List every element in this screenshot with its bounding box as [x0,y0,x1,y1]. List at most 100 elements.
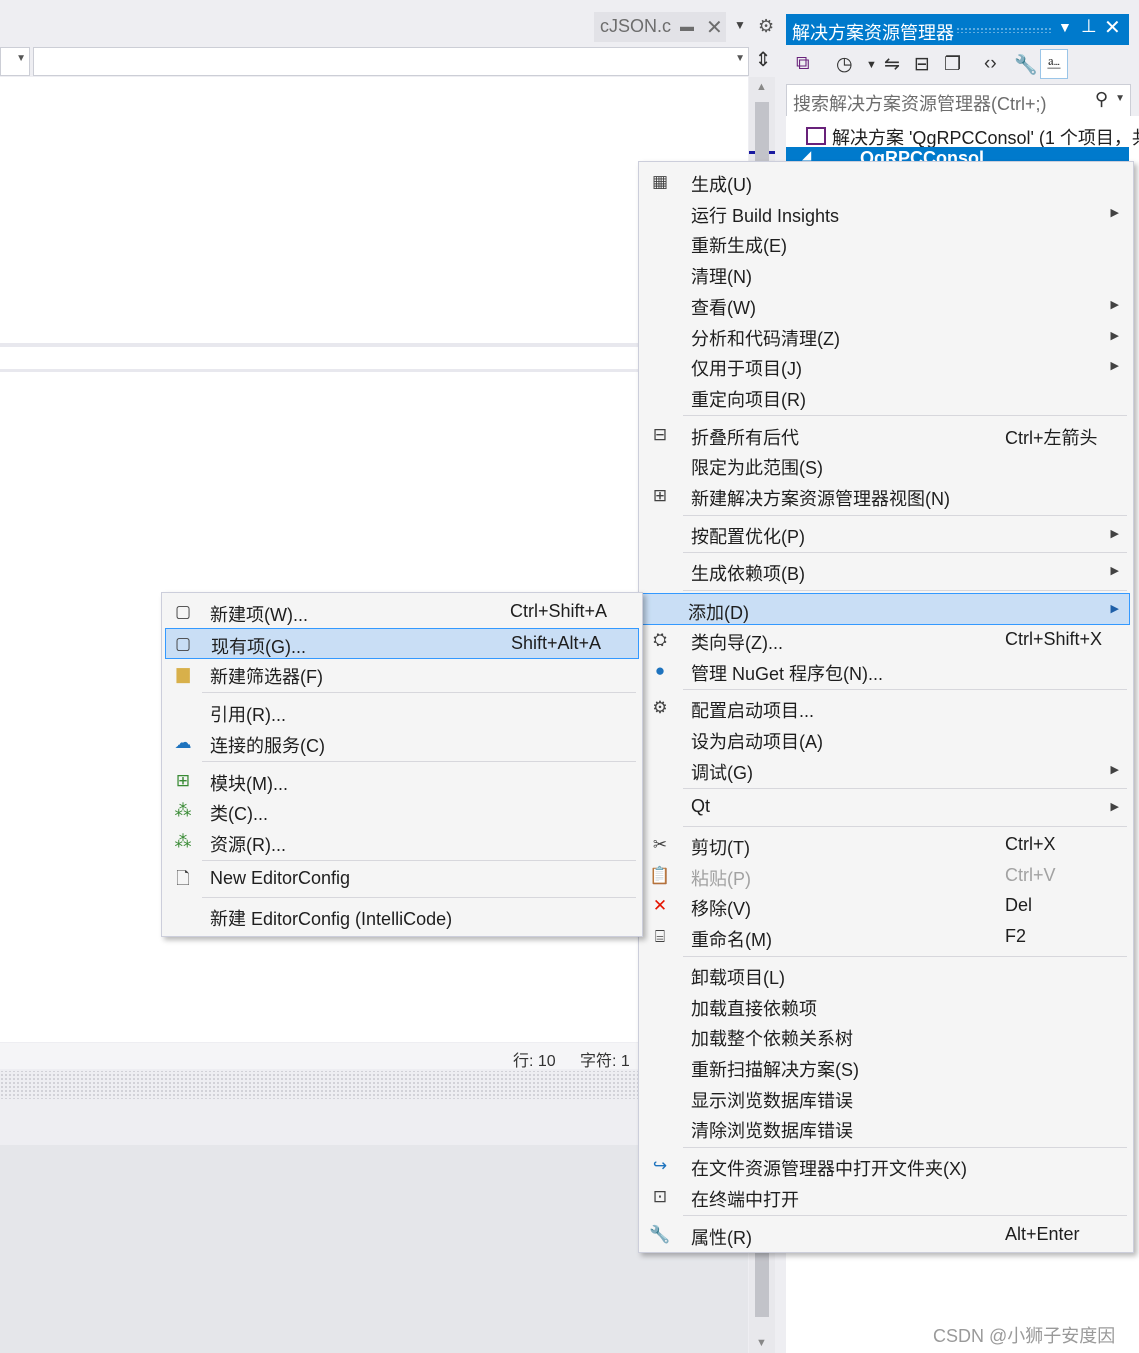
menu-item-clean[interactable]: 清理(N) [643,259,1129,289]
menu-item-retarget[interactable]: 重定向项目(R) [643,382,1129,412]
menu-item-open-folder[interactable]: ↪ 在文件资源管理器中打开文件夹(X) [643,1151,1129,1181]
menu-item-set-startup[interactable]: 设为启动项目(A) [643,724,1129,754]
editor-divider [0,343,748,347]
menu-item-new-filter[interactable]: ▆ 新建筛选器(F) [166,659,638,689]
menu-item-reference[interactable]: 引用(R)... [166,697,638,727]
menu-item-new-view[interactable]: ⊞ 新建解决方案资源管理器视图(N) [643,481,1129,511]
menu-item-nuget[interactable]: ● 管理 NuGet 程序包(N)... [643,656,1129,686]
solution-explorer-title: 解决方案资源管理器 [792,23,954,43]
solution-label: 解决方案 'QgRPCConsol' (1 个项目，共 [832,128,1139,148]
menu-item-show-db-errors[interactable]: 显示浏览数据库错误 [643,1083,1129,1113]
existing-item-icon: ▢ [174,634,192,653]
code-icon[interactable]: ‹› [984,53,997,75]
panel-splitter[interactable] [0,1071,748,1143]
solution-explorer-toolbar: ⧉ ◷ ▼ ⇋ ⊟ ❐ ‹› 🔧 ⎁ [786,46,1139,84]
switch-view-icon[interactable]: ⧉ [796,53,810,75]
menu-item-clear-db-errors[interactable]: 清除浏览数据库错误 [643,1113,1129,1143]
menu-item-add[interactable]: 添加(D) ▶ [642,593,1130,625]
menu-item-analyze[interactable]: 分析和代码清理(Z) ▶ [643,321,1129,351]
menu-item-remove[interactable]: ✕ 移除(V) Del [643,891,1129,921]
menu-item-paste: 📋 粘贴(P) Ctrl+V [649,865,1056,889]
chevron-down-icon: ▼ [735,53,745,64]
menu-separator [683,590,1127,591]
menu-item-load-direct[interactable]: 加载直接依赖项 [643,991,1129,1021]
chevron-down-icon[interactable]: ▼ [734,18,746,32]
paste-icon: 📋 [649,866,671,885]
module-icon: ⊞ [175,771,191,790]
menu-item-module[interactable]: ⊞ 模块(M)... [166,766,638,796]
submenu-arrow-icon: ▶ [1110,603,1119,615]
submenu-arrow-icon: ▶ [1110,801,1119,813]
scroll-up-icon[interactable]: ▲ [756,81,767,93]
menu-item-connected-service[interactable]: ☁ 连接的服务(C) [166,728,638,758]
menu-item-rescan[interactable]: 重新扫描解决方案(S) [643,1052,1129,1082]
menu-item-build[interactable]: ▦ 生成(U) [643,167,1129,197]
chevron-down-icon[interactable]: ▼ [866,59,877,71]
chevron-down-icon[interactable]: ▼ [1115,93,1125,104]
menu-separator [683,1215,1127,1216]
menu-item-new-editorconfig[interactable]: 🗋 New EditorConfig [166,864,638,894]
close-icon[interactable]: ✕ [706,15,723,40]
pin-icon[interactable]: ▬ [680,18,694,34]
solution-search-input[interactable]: 搜索解决方案资源管理器(Ctrl+;) ⚲ ▼ [786,84,1131,117]
wrench-icon[interactable]: 🔧 [1014,53,1038,77]
show-all-files-icon[interactable]: ❐ [944,53,961,76]
menu-separator [683,826,1127,827]
class-wizard-icon: ⛭ [653,630,667,649]
build-icon: ▦ [651,172,669,191]
pin-icon[interactable]: ⊥ [1081,16,1097,37]
menu-item-open-terminal[interactable]: ⊡ 在终端中打开 [643,1182,1129,1212]
menu-item-new-editorconfig-intellicode[interactable]: 新建 EditorConfig (IntelliCode) [166,901,638,931]
new-view-icon: ⊞ [652,486,668,505]
menu-item-rename[interactable]: ⌸ 重命名(M) F2 [643,922,1129,952]
menu-item-scope[interactable]: 限定为此范围(S) [643,450,1129,480]
sync-icon[interactable]: ⇋ [884,53,900,76]
document-tab[interactable]: cJSON.c ▬ ✕ [594,12,726,42]
remove-icon: ✕ [652,896,668,915]
menu-item-pgo[interactable]: 按配置优化(P) ▶ [643,519,1129,549]
open-folder-icon: ↪ [652,1156,668,1175]
menu-item-new-item[interactable]: ▢ 新建项(W)... Ctrl+Shift+A [166,597,638,627]
menu-item-qt[interactable]: Qt ▶ [643,792,1129,822]
menu-item-build-dependencies[interactable]: 生成依赖项(B) ▶ [643,556,1129,586]
menu-item-view[interactable]: 查看(W) ▶ [643,290,1129,320]
close-icon[interactable]: ✕ [1104,15,1121,40]
menu-item-resource[interactable]: ⁂ 资源(R)... [166,827,638,857]
menu-separator [202,860,636,861]
menu-item-load-tree[interactable]: 加载整个依赖关系树 [643,1021,1129,1051]
collapse-icon: ⊟ [652,425,668,444]
history-icon[interactable]: ◷ [836,53,853,76]
menu-item-build-insights[interactable]: 运行 Build Insights ▶ [643,198,1129,228]
menu-item-debug[interactable]: 调试(G) ▶ [643,755,1129,785]
menu-item-class[interactable]: ⁂ 类(C)... [166,796,638,826]
gear-icon: ⚙ [652,698,668,717]
menu-item-project-only[interactable]: 仅用于项目(J) ▶ [643,351,1129,381]
collapse-all-icon[interactable]: ⊟ [914,53,930,76]
submenu-arrow-icon: ▶ [1110,207,1119,219]
menu-item-existing-item[interactable]: ▢ 现有项(G)... Shift+Alt+A [165,628,639,659]
menu-item-collapse-all[interactable]: ⊟ 折叠所有后代 Ctrl+左箭头 [643,420,1129,450]
submenu-arrow-icon: ▶ [1110,764,1119,776]
preview-icon[interactable]: ⎁ [1040,49,1068,79]
menu-item-properties[interactable]: 🔧 属性(R) Alt+Enter [643,1220,1129,1250]
menu-separator [683,415,1127,416]
scroll-down-icon[interactable]: ▼ [756,1337,767,1349]
search-placeholder: 搜索解决方案资源管理器(Ctrl+;) [793,94,1047,114]
menu-item-unload[interactable]: 卸载项目(L) [643,960,1129,990]
split-editor-icon[interactable]: ⇕ [752,47,774,74]
menu-item-rebuild[interactable]: 重新生成(E) [643,228,1129,258]
search-icon[interactable]: ⚲ [1095,89,1108,110]
chevron-down-icon[interactable]: ▼ [1058,19,1072,35]
expand-arrow-icon[interactable]: ◢ [802,148,811,162]
nuget-icon: ● [654,661,666,680]
member-dropdown[interactable]: ▼ [33,47,749,76]
menu-item-class-wizard[interactable]: ⛭ 类向导(Z)... Ctrl+Shift+X [643,625,1129,655]
project-context-menu: ▦ 生成(U) 运行 Build Insights ▶ 重新生成(E) 清理(N) … [638,161,1134,1253]
cut-icon: ✂ [652,835,668,854]
solution-icon [806,127,826,145]
menu-item-cut[interactable]: ✂ 剪切(T) Ctrl+X [643,830,1129,860]
menu-item-configure-startup[interactable]: ⚙ 配置启动项目... [643,693,1129,723]
project-dropdown[interactable]: ▼ [0,47,30,76]
gear-icon[interactable]: ⚙ [758,16,774,37]
class-icon: ⁂ [174,801,192,820]
